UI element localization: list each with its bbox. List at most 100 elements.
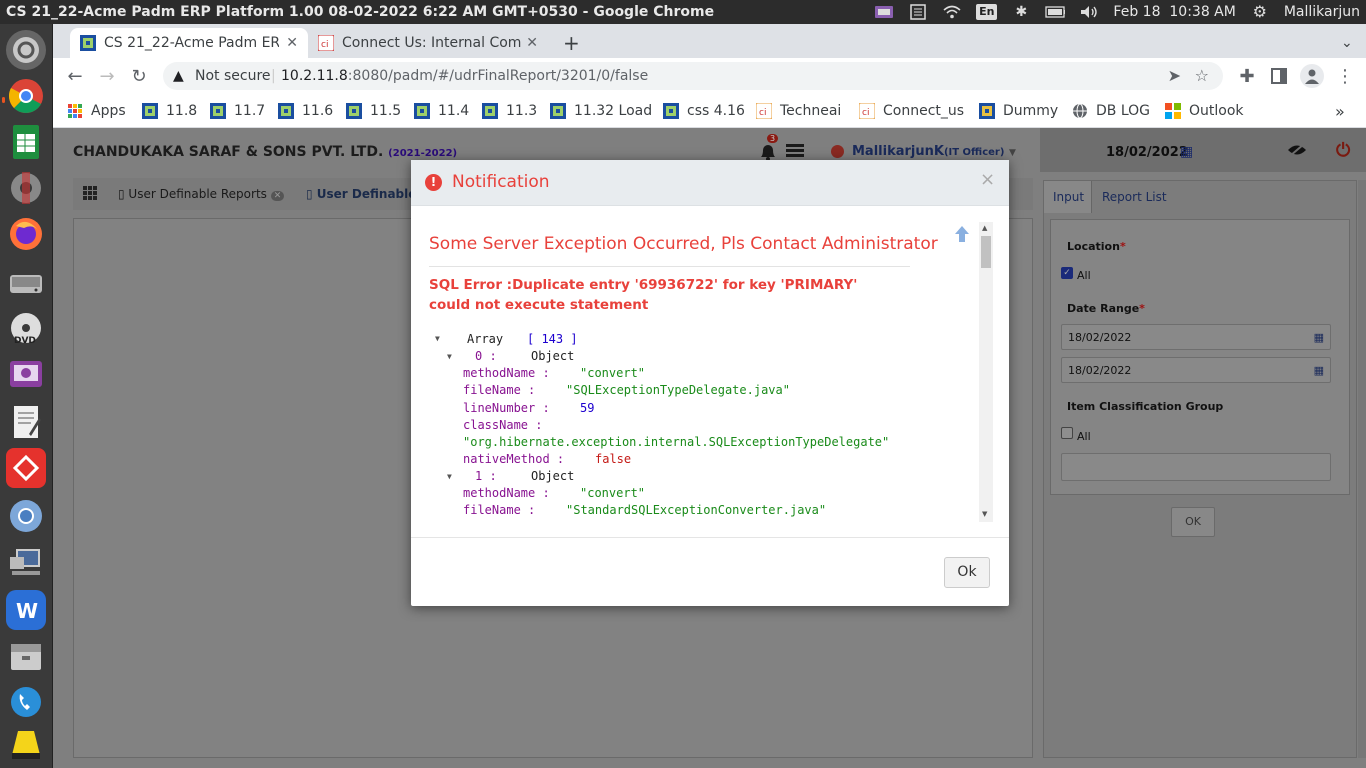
expand-triangle-icon[interactable]: ▼ bbox=[447, 472, 452, 481]
volume-icon[interactable] bbox=[1079, 4, 1099, 20]
close-tab-icon[interactable]: ✕ bbox=[286, 35, 298, 51]
page-tab-udr[interactable]: ▯ User Definable Reports ✕ bbox=[118, 187, 285, 201]
page-tab-udr-active[interactable]: ▯ User Definable bbox=[306, 187, 416, 201]
forward-arrow-icon[interactable]: → bbox=[95, 64, 119, 88]
tab-search-chevron-down-icon[interactable]: ⌄ bbox=[1331, 28, 1361, 58]
profile-avatar-icon[interactable] bbox=[1300, 64, 1324, 88]
date-to-field[interactable]: 18/02/2022 ▦ bbox=[1061, 357, 1331, 383]
tab-connect-us[interactable]: ci Connect Us: Internal Com ✕ bbox=[308, 28, 548, 58]
bookmark-dummy[interactable]: Dummy bbox=[979, 100, 1058, 122]
svg-text:ci: ci bbox=[321, 40, 328, 50]
warning-triangle-icon[interactable]: ▲ bbox=[173, 62, 184, 90]
apps-grid-icon[interactable] bbox=[83, 186, 97, 204]
bookmark-11-32-load[interactable]: 11.32 Load bbox=[550, 100, 652, 122]
os-top-bar: CS 21_22-Acme Padm ERP Platform 1.00 08-… bbox=[0, 0, 1366, 24]
wifi-icon[interactable] bbox=[942, 4, 962, 20]
ubuntu-logo-icon[interactable] bbox=[6, 30, 46, 70]
dvd-icon[interactable]: DVD bbox=[6, 308, 46, 348]
location-all-label: All bbox=[1077, 269, 1091, 282]
ok-button[interactable]: OK bbox=[1171, 507, 1215, 537]
modal-close-button[interactable]: × bbox=[980, 169, 995, 190]
expand-triangle-icon[interactable]: ▼ bbox=[435, 334, 440, 343]
bookmark-apps[interactable]: Apps bbox=[67, 100, 126, 122]
bookmark-11-3[interactable]: 11.3 bbox=[482, 100, 537, 122]
scrollbar-thumb[interactable] bbox=[981, 236, 991, 268]
bluetooth-icon[interactable]: ✱ bbox=[1011, 4, 1031, 20]
item-class-all-checkbox[interactable] bbox=[1061, 427, 1073, 439]
clock[interactable]: Feb 18 10:38 AM bbox=[1113, 0, 1235, 24]
settings-gear-icon[interactable]: ⚙ bbox=[1250, 2, 1270, 21]
bookmark-db-log[interactable]: DB LOG bbox=[1072, 100, 1150, 122]
bookmark-11-4[interactable]: 11.4 bbox=[414, 100, 469, 122]
location-all-checkbox[interactable]: ✓ bbox=[1061, 267, 1073, 279]
phone-icon[interactable] bbox=[6, 682, 46, 722]
trace-array-label: Array bbox=[467, 332, 504, 346]
spreadsheet-icon[interactable] bbox=[6, 122, 46, 162]
modal-scrollbar[interactable]: ▲ ▼ bbox=[979, 222, 993, 522]
date-from-field[interactable]: 18/02/2022 ▦ bbox=[1061, 324, 1331, 350]
tab-input[interactable]: Input bbox=[1044, 181, 1092, 213]
battery-icon[interactable] bbox=[1045, 4, 1066, 20]
bookmark-star-icon[interactable]: ☆ bbox=[1195, 62, 1209, 90]
scroll-up-arrow-icon[interactable]: ▲ bbox=[982, 224, 987, 232]
side-panel-icon[interactable] bbox=[1267, 64, 1291, 88]
erp-favicon-icon bbox=[414, 103, 430, 119]
scroll-down-arrow-icon[interactable]: ▼ bbox=[982, 510, 987, 518]
item-class-input[interactable] bbox=[1061, 453, 1331, 481]
calendar-icon[interactable]: ▦ bbox=[1314, 325, 1324, 351]
list-menu-icon[interactable] bbox=[786, 144, 804, 158]
bookmark-11-6[interactable]: 11.6 bbox=[278, 100, 333, 122]
browser-menu-icon[interactable]: ⋮ bbox=[1333, 64, 1357, 88]
bookmark-connect-us[interactable]: ci Connect_us bbox=[859, 100, 964, 122]
scanner-icon[interactable] bbox=[6, 724, 46, 764]
firefox-icon[interactable] bbox=[6, 214, 46, 254]
expand-triangle-icon[interactable]: ▼ bbox=[447, 352, 452, 361]
chromium-icon[interactable] bbox=[6, 496, 46, 536]
financial-year: (2021-2022) bbox=[388, 148, 458, 159]
system-settings-icon[interactable] bbox=[6, 168, 46, 208]
trace-value: "StandardSQLExceptionConverter.java" bbox=[566, 503, 827, 517]
calendar-icon[interactable]: ▦ bbox=[1314, 358, 1324, 384]
location-label: Location* bbox=[1067, 240, 1126, 253]
remote-desktop-icon[interactable] bbox=[6, 542, 46, 582]
bookmark-css-4-16[interactable]: css 4.16 bbox=[663, 100, 745, 122]
wps-writer-icon[interactable]: W bbox=[6, 590, 46, 630]
modal-ok-button[interactable]: Ok bbox=[944, 557, 990, 588]
archive-manager-icon[interactable] bbox=[6, 636, 46, 676]
tab-erp[interactable]: CS 21_22-Acme Padm ERP ✕ bbox=[70, 28, 308, 58]
bookmark-11-8[interactable]: 11.8 bbox=[142, 100, 197, 122]
bookmark-11-7[interactable]: 11.7 bbox=[210, 100, 265, 122]
url-text[interactable]: 10.2.11.8:8080/padm/#/udrFinalReport/320… bbox=[281, 62, 648, 90]
screen-share-icon[interactable] bbox=[874, 4, 894, 20]
more-bookmarks-chevron-icon[interactable]: » bbox=[1335, 100, 1345, 122]
address-bar[interactable]: ▲ Not secure | 10.2.11.8:8080/padm/#/udr… bbox=[163, 62, 1223, 90]
drive-icon[interactable] bbox=[6, 262, 46, 302]
anydesk-icon[interactable] bbox=[6, 448, 46, 488]
chrome-icon[interactable] bbox=[6, 76, 46, 116]
user-menu[interactable]: MallikarjunK(IT Officer) ▼ bbox=[852, 144, 1016, 159]
scroll-to-top-arrow-icon[interactable] bbox=[954, 224, 970, 244]
eye-slash-icon[interactable] bbox=[1287, 142, 1307, 162]
new-tab-button[interactable]: + bbox=[553, 28, 583, 58]
erp-favicon-icon bbox=[482, 103, 498, 119]
reload-icon[interactable]: ↻ bbox=[127, 64, 151, 88]
bookmark-outlook[interactable]: Outlook bbox=[1165, 100, 1244, 122]
keyboard-layout-indicator[interactable]: En bbox=[976, 4, 998, 20]
bookmark-techneai[interactable]: ci Techneai bbox=[756, 100, 841, 122]
user-name[interactable]: Mallikarjun bbox=[1284, 0, 1360, 24]
calendar-icon[interactable]: ▦ bbox=[1180, 144, 1193, 160]
back-arrow-icon[interactable]: ← bbox=[63, 64, 87, 88]
text-editor-icon[interactable] bbox=[6, 402, 46, 442]
clipboard-icon[interactable] bbox=[908, 4, 928, 20]
bookmark-11-5[interactable]: 11.5 bbox=[346, 100, 401, 122]
power-icon[interactable]: ⏻ bbox=[1336, 140, 1350, 161]
not-secure-label[interactable]: Not secure bbox=[195, 62, 271, 90]
media-player-icon[interactable] bbox=[6, 354, 46, 394]
send-icon[interactable]: ➤ bbox=[1168, 62, 1181, 90]
close-tab-icon[interactable]: ✕ bbox=[526, 35, 538, 51]
app-scrollbar[interactable] bbox=[1358, 180, 1366, 758]
extensions-puzzle-icon[interactable]: ✚ bbox=[1235, 64, 1259, 88]
tab-report-list[interactable]: Report List bbox=[1102, 190, 1167, 204]
notification-bell-icon[interactable]: 3 bbox=[758, 134, 779, 162]
trace-key: fileName : bbox=[463, 503, 536, 517]
